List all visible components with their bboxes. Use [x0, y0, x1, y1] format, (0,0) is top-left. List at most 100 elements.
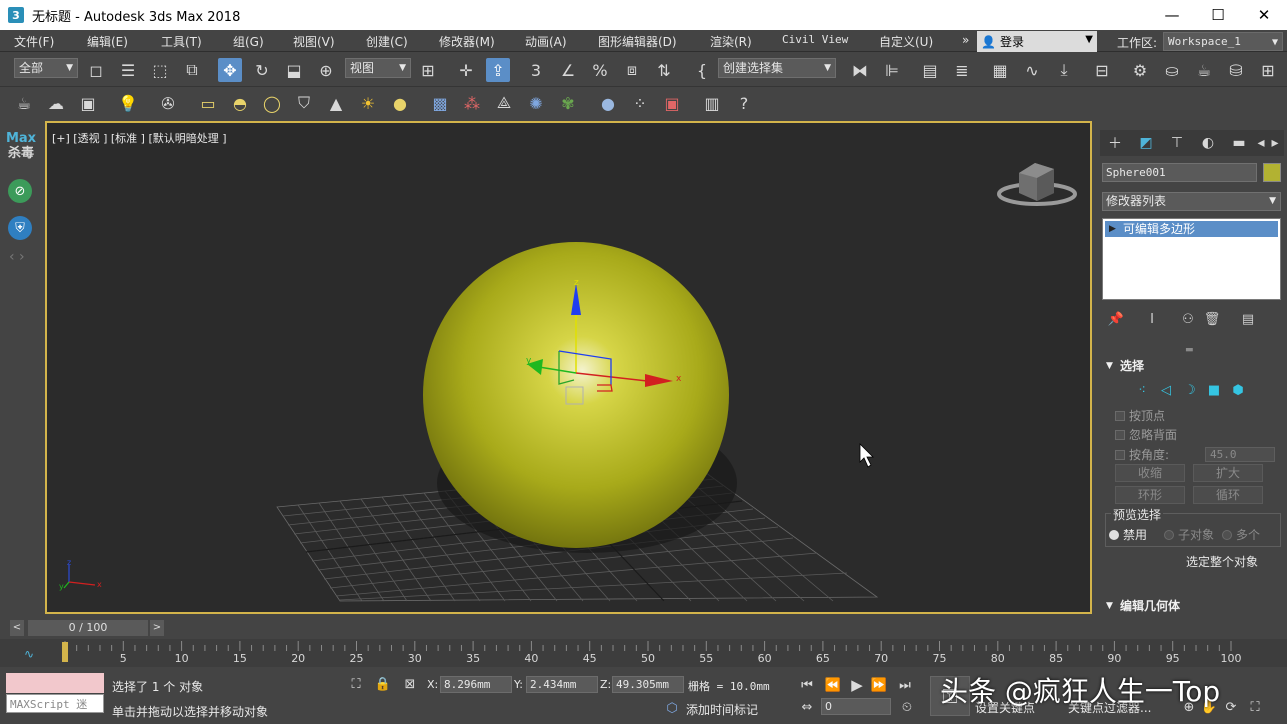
menu-create[interactable]: 创建(C)	[366, 33, 408, 50]
menu-customize[interactable]: 自定义(U)	[879, 33, 933, 50]
color-palette-icon[interactable]: ⁘	[628, 91, 652, 115]
cone-light-icon[interactable]: ▲	[324, 91, 348, 115]
isolate-selection-icon[interactable]: ⛶	[347, 675, 365, 693]
material-sphere-icon[interactable]: ●	[596, 91, 620, 115]
motion-tab-icon[interactable]: ◐	[1195, 132, 1221, 154]
time-slider-thumb[interactable]: 0 / 100	[28, 620, 148, 636]
polygon-level-icon[interactable]: ■	[1205, 381, 1223, 399]
collapse-triangle-icon[interactable]: ▼	[1106, 357, 1113, 375]
light-bulb-icon[interactable]: 💡	[116, 91, 140, 115]
dome-light-icon[interactable]: ◓	[228, 91, 252, 115]
scene-explorer-icon[interactable]: ▤	[918, 58, 942, 82]
object-name-field[interactable]: Sphere001	[1102, 163, 1257, 182]
plugin-logo[interactable]: Max 杀毒	[4, 131, 38, 161]
tabs-left-arrow-icon[interactable]: ◂	[1254, 132, 1268, 154]
ignore-backface-checkbox[interactable]: 忽略背面	[1115, 426, 1177, 443]
select-and-rotate-icon[interactable]: ↻	[250, 58, 274, 82]
orbit-icon[interactable]: ⟳	[1222, 698, 1240, 716]
time-tag-icon[interactable]: ⬡	[663, 699, 681, 717]
reference-coordinate-dropdown[interactable]: 视图 ▼	[345, 58, 411, 78]
next-frame-icon[interactable]: ⏩	[870, 676, 888, 694]
render-region-icon[interactable]: ▣	[660, 91, 684, 115]
expand-triangle-icon[interactable]: ▶	[1109, 221, 1116, 237]
select-and-move-icon[interactable]: ✥	[218, 58, 242, 82]
pin-stack-icon[interactable]: 📌	[1106, 309, 1126, 329]
schematic-view-icon[interactable]: ⤓	[1052, 58, 1076, 82]
menu-civil-view[interactable]: Civil View	[782, 33, 848, 46]
select-and-scale-icon[interactable]: ⬓	[282, 58, 306, 82]
next-frame-arrow-icon[interactable]: >	[150, 620, 164, 636]
menu-rendering[interactable]: 渲染(R)	[710, 33, 752, 50]
maximize-button[interactable]: ☐	[1195, 0, 1241, 30]
image-icon[interactable]: ▣	[76, 91, 100, 115]
plant-icon[interactable]: ✾	[556, 91, 580, 115]
edge-level-icon[interactable]: ◁	[1157, 381, 1175, 399]
sun-icon[interactable]: ☀	[356, 91, 380, 115]
viewport-label[interactable]: [+] [透视 ] [标准 ] [默认明暗处理 ]	[52, 130, 227, 146]
plane-light-icon[interactable]: ▭	[196, 91, 220, 115]
preview-off-radio[interactable]: 禁用	[1109, 526, 1147, 543]
remove-modifier-icon[interactable]: 🗑	[1202, 309, 1222, 329]
cloud-icon[interactable]: ☁	[44, 91, 68, 115]
edit-geometry-rollout-header[interactable]: ▼ 编辑几何体	[1102, 597, 1281, 615]
menu-animation[interactable]: 动画(A)	[525, 33, 567, 50]
spinner-snap-icon[interactable]: ⧈	[620, 58, 644, 82]
clipboard-icon[interactable]: ▥	[700, 91, 724, 115]
window-crossing-icon[interactable]: ⧉	[180, 58, 204, 82]
add-time-tag-button[interactable]: 添加时间标记	[686, 701, 758, 718]
selection-lock-icon[interactable]: 🔒	[374, 675, 392, 693]
absolute-mode-icon[interactable]: ⊠	[401, 675, 419, 693]
tabs-right-arrow-icon[interactable]: ▸	[1268, 132, 1282, 154]
play-icon[interactable]: ▶	[848, 676, 866, 694]
render-cloud-icon[interactable]: ⊞	[1256, 58, 1280, 82]
render-production-icon[interactable]: ☕	[1192, 58, 1216, 82]
select-by-name-icon[interactable]: ☰	[116, 58, 140, 82]
minimize-button[interactable]: —	[1149, 0, 1195, 30]
border-level-icon[interactable]: ☽	[1181, 381, 1199, 399]
rendered-frame-icon[interactable]: ⛀	[1160, 58, 1184, 82]
select-object-icon[interactable]: ◻	[84, 58, 108, 82]
current-frame-field[interactable]: 0	[821, 698, 891, 715]
scan-icon[interactable]: ⊘	[8, 179, 32, 203]
named-selection-icon[interactable]: {	[690, 58, 714, 82]
camera-icon[interactable]: ✇	[156, 91, 180, 115]
angle-spinner[interactable]: 45.0	[1205, 447, 1275, 462]
menu-tools[interactable]: 工具(T)	[161, 33, 202, 50]
shield-icon[interactable]: ⛨	[8, 216, 32, 240]
particles-icon[interactable]: ⁂	[460, 91, 484, 115]
pivot-center-icon[interactable]: ⊞	[416, 58, 440, 82]
login-dropdown[interactable]: 👤 登录 ▼	[977, 31, 1097, 52]
object-color-swatch[interactable]	[1263, 163, 1281, 182]
by-angle-checkbox[interactable]: 按角度:	[1115, 446, 1169, 463]
selection-filter-dropdown[interactable]: 全部 ▼	[14, 58, 78, 78]
close-button[interactable]: ✕	[1241, 0, 1287, 30]
preview-subobject-radio[interactable]: 子对象	[1164, 526, 1214, 543]
render-setup-icon[interactable]: ⚙	[1128, 58, 1152, 82]
time-config-icon[interactable]: ⏲	[898, 698, 916, 716]
y-coord-field[interactable]: 2.434mm	[526, 676, 598, 693]
named-selection-dropdown[interactable]: 创建选择集 ▼	[718, 58, 836, 78]
menu-views[interactable]: 视图(V)	[293, 33, 335, 50]
maxscript-listener-input[interactable]: MAXScript 迷	[6, 694, 104, 713]
previous-frame-icon[interactable]: ⏪	[824, 676, 842, 694]
modifier-list-dropdown[interactable]: 修改器列表 ▼	[1102, 192, 1281, 211]
panel-divider-handle[interactable]: ▬	[1185, 345, 1194, 355]
perspective-viewport[interactable]: z x y z x y [+] [透视 ] [标准 ] [默认明暗处理 ]	[45, 121, 1092, 614]
maxscript-listener-output[interactable]	[6, 673, 104, 693]
help-icon[interactable]: ?	[732, 91, 756, 115]
menu-group[interactable]: 组(G)	[233, 33, 264, 50]
nav-arrows-icon[interactable]: ‹ ›	[9, 249, 25, 265]
ribbon-toggle-icon[interactable]: ▦	[988, 58, 1012, 82]
workspace-dropdown[interactable]: Workspace_1 ▼	[1163, 32, 1283, 51]
keyboard-shortcut-override-icon[interactable]: ⇪	[486, 58, 510, 82]
grow-button[interactable]: 扩大	[1193, 464, 1263, 482]
triangle-mesh-icon[interactable]: ⟁	[492, 91, 516, 115]
curve-editor-icon[interactable]: ∿	[1020, 58, 1044, 82]
go-to-end-icon[interactable]: ⏭	[896, 676, 914, 694]
modify-tab-icon[interactable]: ◩	[1133, 132, 1159, 154]
edit-named-selection-icon[interactable]: ⇅	[652, 58, 676, 82]
by-vertex-checkbox[interactable]: 按顶点	[1115, 407, 1165, 424]
gear-icon[interactable]: ✺	[524, 91, 548, 115]
snap-toggle-icon[interactable]: 3	[524, 58, 548, 82]
select-manipulate-icon[interactable]: ✛	[454, 58, 478, 82]
